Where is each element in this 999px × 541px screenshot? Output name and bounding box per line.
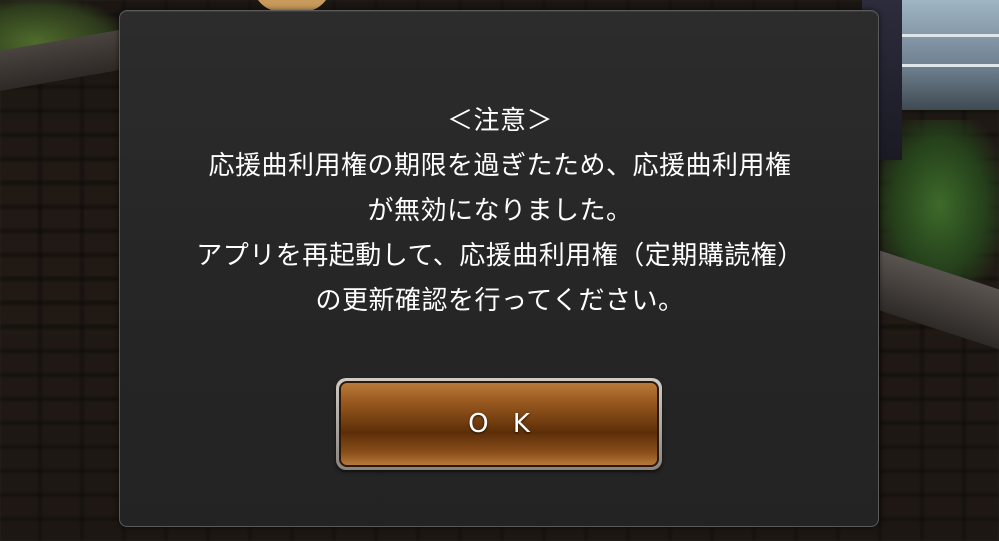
dialog-message-line: が無効になりました。: [367, 196, 633, 226]
dialog-message: ＜注意＞ 応援曲利用権の期限を過ぎたため、応援曲利用権 が無効になりました。 ア…: [120, 99, 880, 324]
dialog-message-line: アプリを再起動して、応援曲利用権（定期購読権）: [196, 241, 804, 271]
ok-button-label: O K: [339, 381, 659, 467]
dialog-message-line: 応援曲利用権の期限を過ぎたため、応援曲利用権: [208, 151, 792, 181]
dialog-title: ＜注意＞: [446, 106, 553, 136]
notice-dialog: ＜注意＞ 応援曲利用権の期限を過ぎたため、応援曲利用権 が無効になりました。 ア…: [119, 10, 879, 527]
ok-button[interactable]: O K: [336, 378, 662, 470]
game-screen: ＜注意＞ 応援曲利用権の期限を過ぎたため、応援曲利用権 が無効になりました。 ア…: [0, 0, 999, 541]
dialog-message-line: の更新確認を行ってください。: [315, 286, 685, 316]
